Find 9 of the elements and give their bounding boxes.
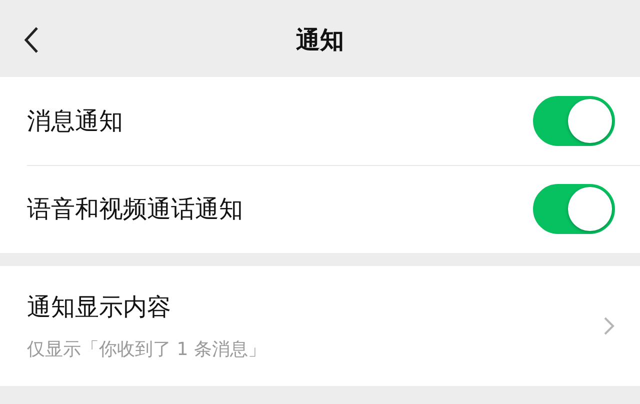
- setting-value: 仅显示「你收到了 1 条消息」: [27, 338, 266, 361]
- toggle-switch[interactable]: [533, 184, 615, 234]
- page-title: 通知: [296, 26, 344, 54]
- setting-label: 消息通知: [27, 106, 123, 137]
- setting-label: 语音和视频通话通知: [27, 194, 243, 225]
- setting-label: 通知显示内容: [27, 292, 171, 323]
- toggle-switch[interactable]: [533, 96, 615, 146]
- chevron-icon[interactable]: [603, 316, 615, 336]
- back-icon[interactable]: [22, 26, 40, 54]
